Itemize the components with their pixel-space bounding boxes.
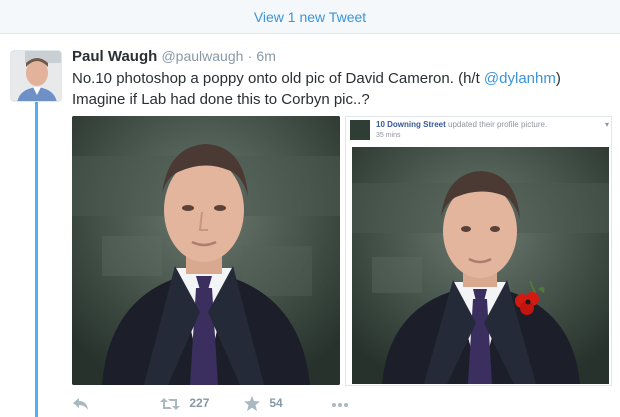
author-handle[interactable]: @paulwaugh [161, 48, 243, 64]
tweet-text-line1-end: ) [555, 70, 561, 87]
portrait-photo [72, 116, 340, 385]
facebook-profile-picture [352, 147, 609, 384]
tweet-actions: 227 54 [72, 396, 372, 416]
retweet-count: 227 [189, 396, 210, 410]
like-count: 54 [269, 396, 283, 410]
reply-button[interactable] [72, 396, 90, 411]
tweet-text-line1: No.10 photoshop a poppy onto old pic of … [72, 70, 484, 87]
like-button[interactable]: 54 [244, 396, 283, 412]
retweet-button[interactable]: 227 [160, 396, 209, 411]
page-profile-thumbnail [350, 120, 370, 140]
separator-dot: · [247, 48, 253, 64]
tweet-timestamp[interactable]: 6m [256, 48, 275, 64]
more-icon [332, 402, 348, 407]
tweet-header: Paul Waugh @paulwaugh · 6m [72, 48, 276, 65]
facebook-post-action: updated their profile picture. [448, 120, 548, 129]
view-new-tweets-bar[interactable]: View 1 new Tweet [0, 0, 620, 34]
facebook-post-time: 35 mins [376, 132, 401, 139]
avatar[interactable] [10, 50, 62, 102]
facebook-post-title: 10 Downing Street updated their profile … [376, 120, 547, 129]
view-new-tweets-label: View 1 new Tweet [253, 9, 367, 25]
chevron-down-icon: ▾ [604, 120, 609, 129]
tweet-text-line2: Imagine if Lab had done this to Corbyn p… [72, 91, 370, 108]
facebook-page-name: 10 Downing Street [376, 120, 446, 129]
portrait-photo-with-poppy [352, 147, 609, 384]
tweet-text: No.10 photoshop a poppy onto old pic of … [72, 68, 612, 110]
like-icon [244, 396, 260, 412]
retweet-icon [160, 397, 180, 410]
tweet-photo-facebook-screenshot[interactable]: 10 Downing Street updated their profile … [345, 116, 612, 386]
avatar-photo [11, 51, 61, 101]
mention-link[interactable]: @dylanhm [484, 70, 556, 87]
facebook-post-header: 10 Downing Street updated their profile … [346, 117, 613, 145]
more-button[interactable] [330, 396, 350, 411]
author-name[interactable]: Paul Waugh [72, 48, 157, 65]
conversation-thread-line [35, 102, 38, 417]
tweet-photo-original[interactable] [72, 116, 340, 385]
reply-icon [73, 397, 88, 410]
